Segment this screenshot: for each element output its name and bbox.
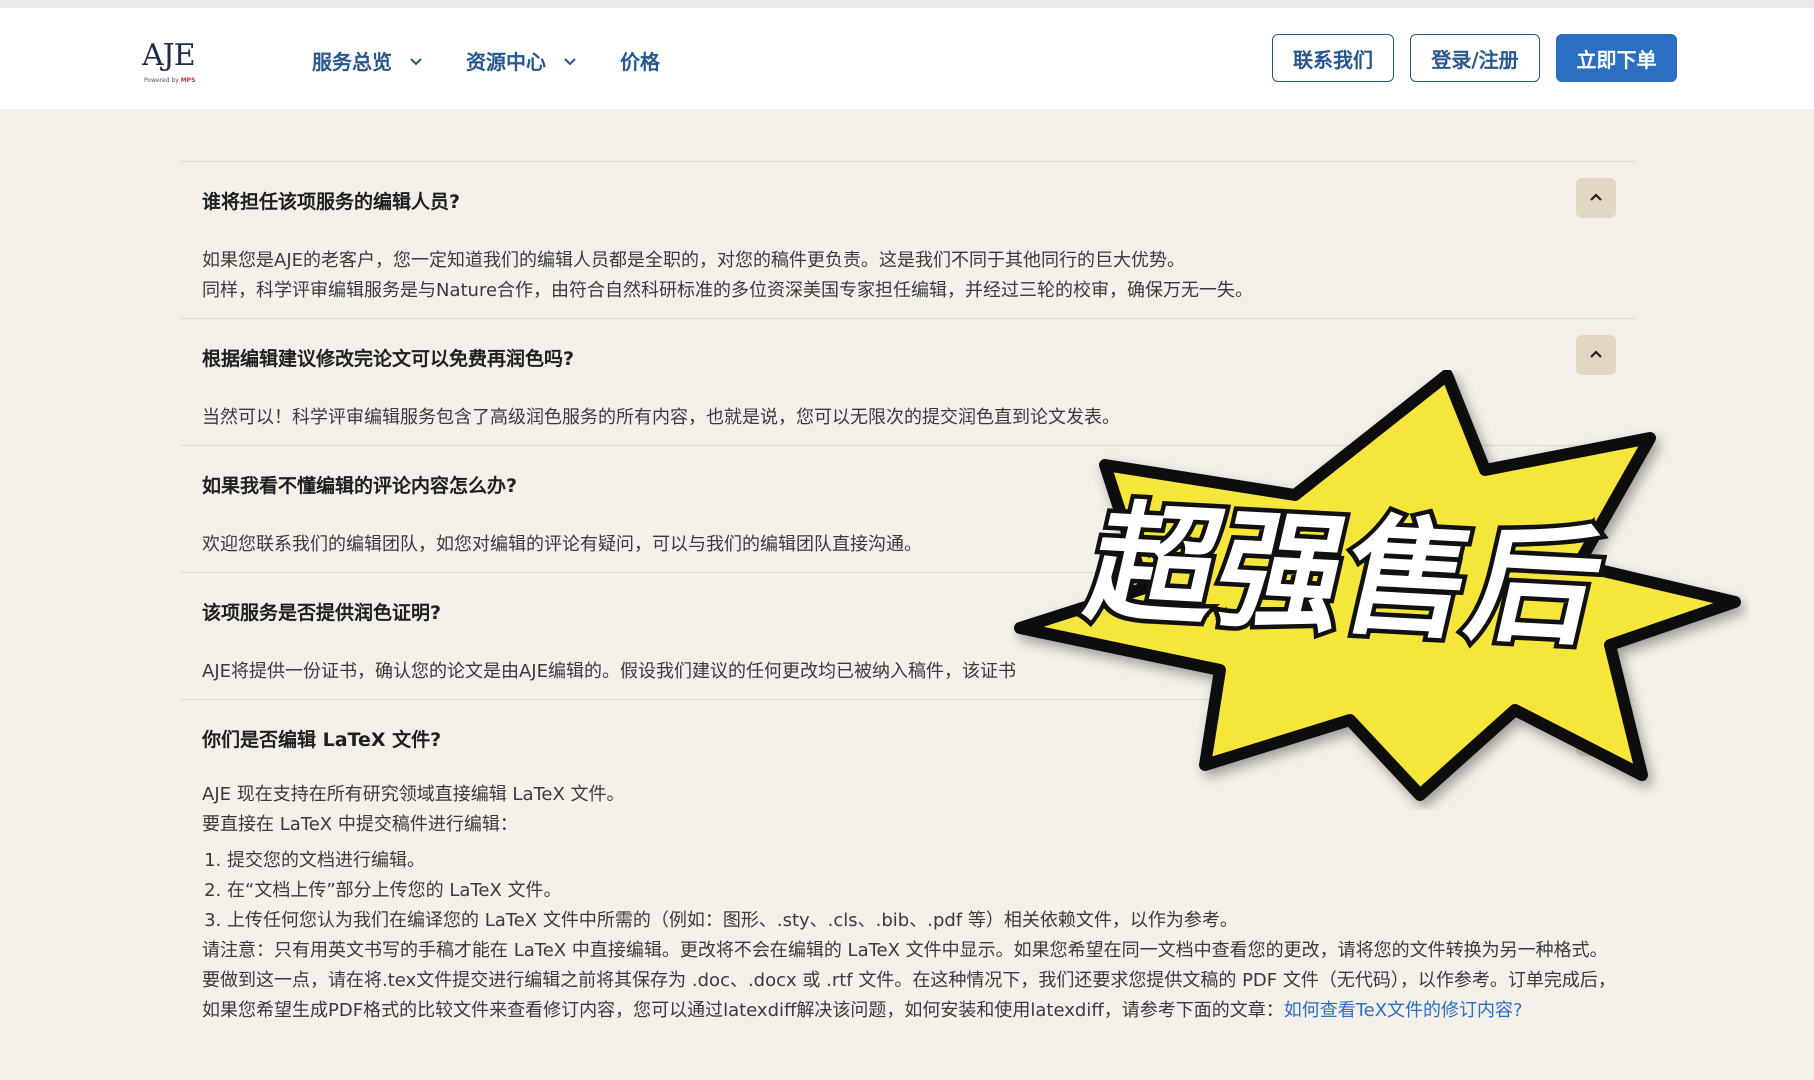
- faq-answer-line: 当然可以！科学评审编辑服务包含了高级润色服务的所有内容，也就是说，您可以无限次的…: [202, 407, 1120, 428]
- faq-question[interactable]: 根据编辑建议修改完论文可以免费再润色吗?: [202, 344, 574, 371]
- logo-text: AJE: [142, 38, 196, 73]
- faq-question[interactable]: 如果我看不懂编辑的评论内容怎么办?: [202, 471, 517, 498]
- faq-answer-line: 欢迎您联系我们的编辑团队，如您对编辑的评论有疑问，可以与我们的编辑团队直接沟通。: [202, 534, 922, 555]
- faq-answer-line: AJE 现在支持在所有研究领域直接编辑 LaTeX 文件。: [202, 784, 625, 805]
- faq-answer: 欢迎您联系我们的编辑团队，如您对编辑的评论有疑问，可以与我们的编辑团队直接沟通。: [202, 530, 1616, 560]
- faq-collapse-toggle[interactable]: [1576, 716, 1616, 756]
- contact-us-button[interactable]: 联系我们: [1272, 34, 1394, 82]
- faq-answer: AJE将提供一份证书，确认您的论文是由AJE编辑的。假设我们建议的任何更改均已被…: [202, 657, 1616, 687]
- latex-steps-list: 提交您的文档进行编辑。 在“文档上传”部分上传您的 LaTeX 文件。 上传任何…: [202, 846, 1616, 936]
- order-now-button[interactable]: 立即下单: [1556, 34, 1677, 82]
- latex-revision-link[interactable]: 如何查看TeX文件的修订内容?: [1284, 1000, 1523, 1021]
- faq-question[interactable]: 谁将担任该项服务的编辑人员?: [202, 187, 460, 214]
- chevron-up-icon: [1590, 731, 1602, 739]
- faq-item-latex: 你们是否编辑 LaTeX 文件? AJE 现在支持在所有研究领域直接编辑 LaT…: [181, 700, 1636, 1080]
- faq-item-free-repolish: 根据编辑建议修改完论文可以免费再润色吗? 当然可以！科学评审编辑服务包含了高级润…: [181, 319, 1636, 446]
- faq-answer: 如果您是AJE的老客户，您一定知道我们的编辑人员都是全职的，对您的稿件更负责。这…: [202, 246, 1616, 306]
- nav-services-overview[interactable]: 服务总览: [312, 46, 424, 75]
- logo-brand: MPS: [180, 77, 196, 84]
- latex-note: 请注意：只有用英文书写的手稿才能在 LaTeX 中直接编辑。更改将不会在编辑的 …: [202, 936, 1616, 1026]
- chevron-down-icon: [564, 57, 576, 65]
- login-register-button[interactable]: 登录/注册: [1410, 34, 1540, 82]
- chevron-up-icon: [1590, 193, 1602, 201]
- faq-answer: AJE 现在支持在所有研究领域直接编辑 LaTeX 文件。 要直接在 LaTeX…: [202, 780, 1616, 1026]
- main-nav: 服务总览 资源中心 价格: [312, 46, 702, 75]
- faq-question[interactable]: 你们是否编辑 LaTeX 文件?: [202, 725, 441, 752]
- site-header: AJE Powered by MPS 服务总览 资源中心 价格 联系我们 登录/…: [0, 8, 1814, 109]
- nav-pricing[interactable]: 价格: [620, 46, 660, 75]
- faq-answer: 当然可以！科学评审编辑服务包含了高级润色服务的所有内容，也就是说，您可以无限次的…: [202, 403, 1616, 433]
- list-item: 在“文档上传”部分上传您的 LaTeX 文件。: [227, 876, 1616, 906]
- faq-collapse-toggle[interactable]: [1576, 335, 1616, 375]
- nav-label: 服务总览: [312, 50, 392, 74]
- faq-question[interactable]: 该项服务是否提供润色证明?: [202, 598, 441, 625]
- chevron-down-icon: [410, 57, 422, 65]
- logo-powered-label: Powered by: [144, 77, 179, 84]
- nav-label: 价格: [620, 50, 660, 74]
- faq-answer-line: 要直接在 LaTeX 中提交稿件进行编辑：: [202, 814, 518, 835]
- aje-logo[interactable]: AJE Powered by MPS: [142, 34, 202, 86]
- logo-powered-by: Powered by MPS: [144, 77, 195, 84]
- faq-answer-line: AJE将提供一份证书，确认您的论文是由AJE编辑的。假设我们建议的任何更改均已被…: [202, 661, 1016, 682]
- nav-resource-center[interactable]: 资源中心: [466, 46, 578, 75]
- browser-top-strip: [0, 0, 1814, 8]
- chevron-up-icon: [1590, 350, 1602, 358]
- faq-collapse-toggle[interactable]: [1576, 178, 1616, 218]
- faq-item-certificate: 该项服务是否提供润色证明? AJE将提供一份证书，确认您的论文是由AJE编辑的。…: [181, 573, 1636, 700]
- faq-item-editors: 谁将担任该项服务的编辑人员? 如果您是AJE的老客户，您一定知道我们的编辑人员都…: [181, 162, 1636, 319]
- nav-label: 资源中心: [466, 50, 546, 74]
- faq-item-understand-comments: 如果我看不懂编辑的评论内容怎么办? 欢迎您联系我们的编辑团队，如您对编辑的评论有…: [181, 446, 1636, 573]
- list-item: 提交您的文档进行编辑。: [227, 846, 1616, 876]
- faq-list: 谁将担任该项服务的编辑人员? 如果您是AJE的老客户，您一定知道我们的编辑人员都…: [181, 161, 1636, 1080]
- faq-answer-line: 同样，科学评审编辑服务是与Nature合作，由符合自然科研标准的多位资深美国专家…: [202, 280, 1254, 301]
- faq-answer-line: 如果您是AJE的老客户，您一定知道我们的编辑人员都是全职的，对您的稿件更负责。这…: [202, 250, 1185, 271]
- list-item: 上传任何您认为我们在编译您的 LaTeX 文件中所需的（例如：图形、.sty、.…: [227, 906, 1616, 936]
